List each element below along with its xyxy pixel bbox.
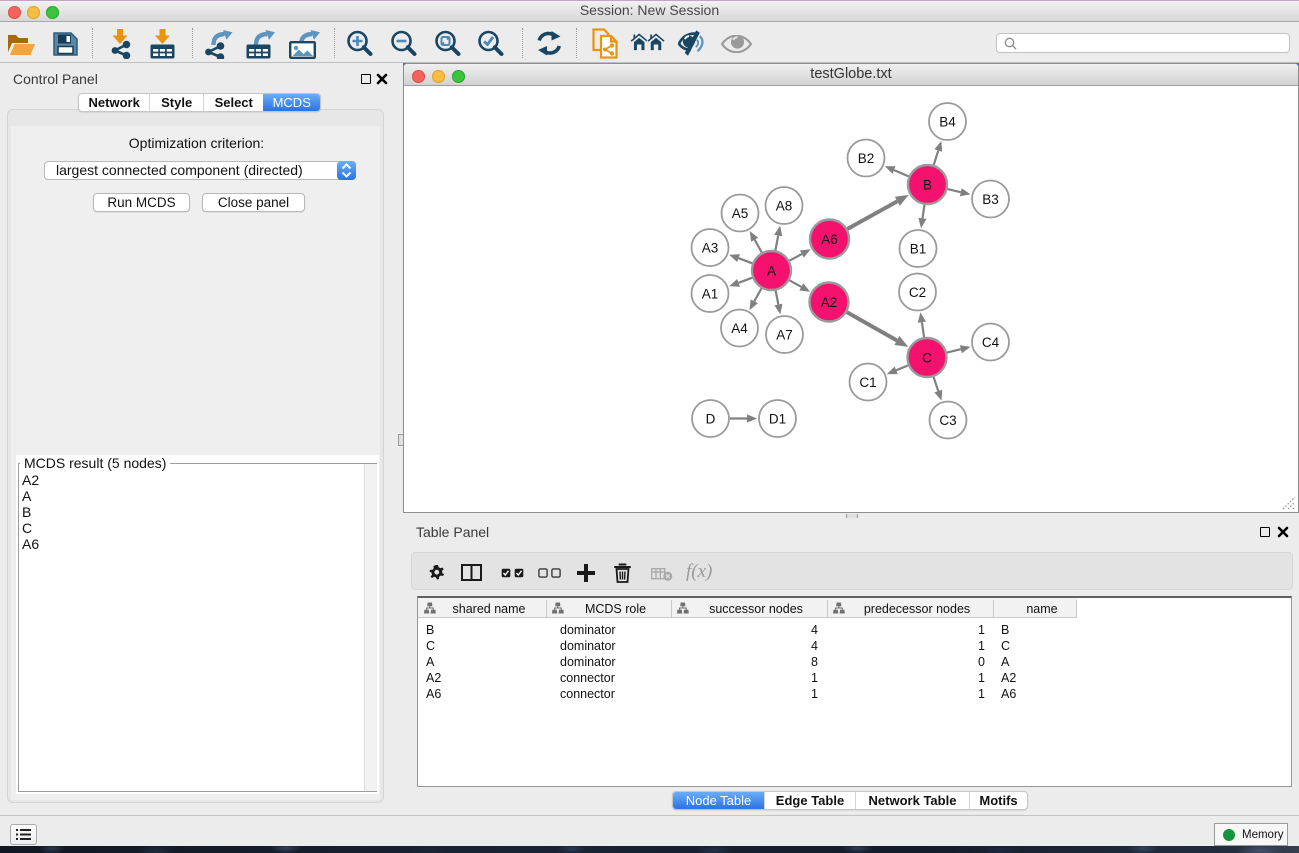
svg-text:B4: B4 (939, 114, 956, 129)
svg-text:A1: A1 (702, 286, 719, 301)
svg-text:B1: B1 (910, 241, 927, 256)
svg-text:C4: C4 (982, 335, 1000, 350)
svg-text:A3: A3 (702, 240, 719, 255)
svg-text:A7: A7 (776, 327, 793, 342)
svg-text:C2: C2 (909, 285, 926, 300)
svg-text:A5: A5 (732, 206, 749, 221)
svg-text:B: B (923, 177, 932, 192)
svg-text:A6: A6 (821, 232, 838, 247)
svg-text:B2: B2 (858, 151, 875, 166)
svg-text:C1: C1 (859, 375, 876, 390)
svg-text:B3: B3 (982, 192, 999, 207)
svg-text:A4: A4 (731, 321, 748, 336)
svg-text:A2: A2 (821, 295, 838, 310)
svg-text:A8: A8 (776, 198, 793, 213)
svg-text:C: C (922, 350, 932, 365)
svg-text:D1: D1 (769, 411, 786, 426)
svg-text:C3: C3 (939, 413, 956, 428)
svg-text:D: D (706, 411, 716, 426)
svg-text:A: A (767, 263, 776, 278)
